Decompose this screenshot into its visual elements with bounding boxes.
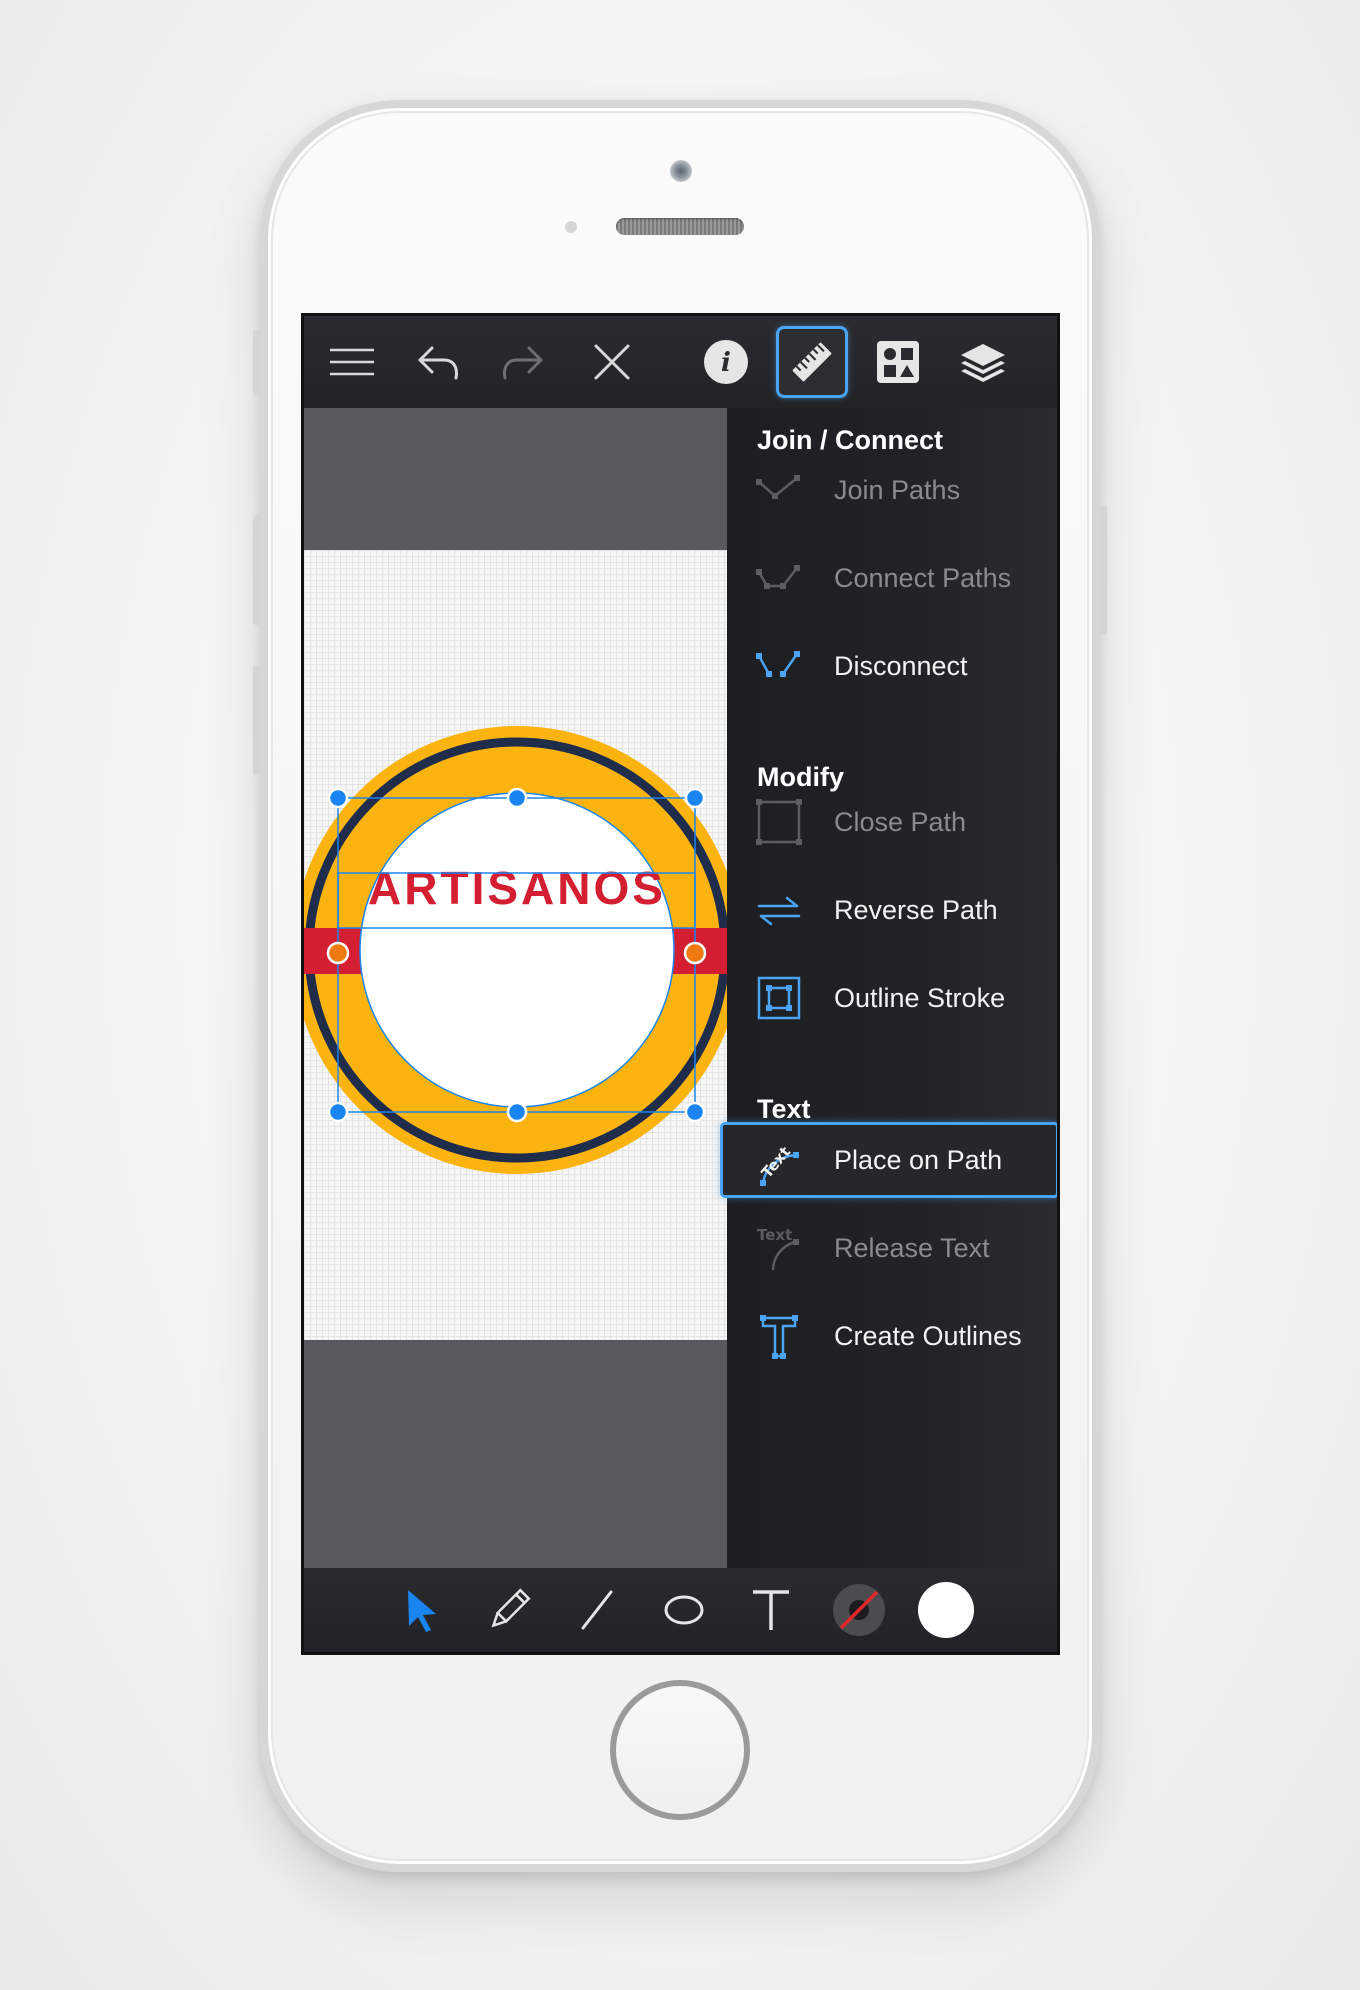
line-tool-button[interactable] bbox=[567, 1580, 627, 1640]
menu-item-join-paths[interactable]: Join Paths bbox=[727, 452, 1057, 528]
handle-top-left[interactable] bbox=[327, 787, 349, 809]
phone-power-button bbox=[1099, 505, 1107, 635]
select-arrow-icon bbox=[408, 1590, 436, 1632]
menu-item-disconnect[interactable]: Disconnect bbox=[727, 628, 1057, 704]
menu-item-label: Release Text bbox=[834, 1232, 990, 1263]
top-toolbar: i bbox=[304, 316, 1057, 408]
menu-item-create-outlines[interactable]: Create Outlines bbox=[727, 1298, 1057, 1374]
home-button[interactable] bbox=[610, 1680, 750, 1820]
handle-bottom-center[interactable] bbox=[506, 1101, 528, 1123]
handle-right-anchor[interactable] bbox=[683, 941, 707, 965]
artisanos-logo[interactable]: ARTISANOS bbox=[304, 408, 727, 1568]
redo-button[interactable] bbox=[487, 326, 559, 398]
menu-item-label: Close Path bbox=[834, 806, 967, 837]
phone-volume-up bbox=[253, 515, 261, 625]
shapes-button[interactable] bbox=[862, 326, 934, 398]
undo-button[interactable] bbox=[402, 326, 474, 398]
menu-item-label: Disconnect bbox=[834, 650, 968, 681]
path-tools-panel: Join / Connect Join Paths Connect Paths … bbox=[720, 408, 1057, 1568]
handle-bottom-right[interactable] bbox=[684, 1101, 706, 1123]
text-tool-icon bbox=[753, 1590, 789, 1630]
path-tools-button[interactable] bbox=[776, 326, 848, 398]
menu-button[interactable] bbox=[316, 326, 388, 398]
close-icon bbox=[594, 344, 630, 380]
menu-item-outline-stroke[interactable]: Outline Stroke bbox=[727, 960, 1057, 1036]
ellipse-tool-button[interactable] bbox=[654, 1580, 714, 1640]
connect-paths-icon bbox=[756, 565, 800, 589]
handle-left-anchor[interactable] bbox=[326, 941, 350, 965]
svg-text:i: i bbox=[721, 348, 731, 378]
fill-color-swatch bbox=[918, 1582, 974, 1638]
select-tool-button[interactable] bbox=[392, 1580, 452, 1640]
menu-item-label: Join Paths bbox=[834, 474, 961, 505]
menu-icon bbox=[330, 348, 374, 376]
phone-volume-down bbox=[253, 665, 261, 775]
phone-mute-switch bbox=[253, 330, 261, 396]
release-text-icon: Text bbox=[757, 1226, 799, 1271]
handle-bottom-left[interactable] bbox=[327, 1101, 349, 1123]
info-icon: i bbox=[704, 340, 748, 384]
menu-item-reverse-path[interactable]: Reverse Path bbox=[727, 872, 1057, 948]
menu-item-connect-paths[interactable]: Connect Paths bbox=[727, 540, 1057, 616]
pencil-tool-button[interactable] bbox=[479, 1580, 539, 1640]
ruler-icon bbox=[792, 342, 832, 382]
menu-item-label: Create Outlines bbox=[834, 1320, 1022, 1351]
layers-button[interactable] bbox=[947, 326, 1019, 398]
earpiece-speaker bbox=[616, 218, 744, 235]
text-tool-button[interactable] bbox=[741, 1580, 801, 1640]
shapes-icon bbox=[877, 341, 919, 383]
stroke-color-button[interactable] bbox=[829, 1580, 889, 1640]
menu-item-close-path[interactable]: Close Path bbox=[727, 784, 1057, 860]
menu-item-label: Place on Path bbox=[834, 1144, 1003, 1175]
info-button[interactable]: i bbox=[690, 326, 762, 398]
menu-item-label: Reverse Path bbox=[834, 894, 998, 925]
front-camera bbox=[670, 160, 692, 182]
place-on-path-icon-text: Text bbox=[758, 1143, 794, 1182]
app-screen: i ARTISANOS Join / Connect Join Paths Co… bbox=[301, 313, 1060, 1655]
ellipse-icon bbox=[664, 1595, 704, 1625]
handle-top-center[interactable] bbox=[506, 787, 528, 809]
logo-inner-circle bbox=[359, 792, 675, 1108]
join-paths-icon bbox=[756, 475, 800, 499]
close-path-icon bbox=[756, 799, 802, 845]
disconnect-icon bbox=[756, 651, 800, 677]
proximity-sensor bbox=[565, 221, 577, 233]
drawing-canvas[interactable]: ARTISANOS bbox=[304, 408, 727, 1568]
stroke-color-swatch bbox=[833, 1584, 885, 1636]
close-button[interactable] bbox=[576, 326, 648, 398]
layers-icon bbox=[961, 344, 1005, 382]
menu-item-label: Connect Paths bbox=[834, 562, 1012, 593]
line-icon bbox=[581, 1590, 613, 1630]
bottom-toolbar bbox=[304, 1568, 1057, 1652]
menu-item-place-on-path[interactable]: Text Place on Path bbox=[720, 1122, 1057, 1198]
undo-icon bbox=[418, 346, 458, 380]
logo-text: ARTISANOS bbox=[368, 862, 666, 914]
menu-item-release-text[interactable]: Text Release Text bbox=[727, 1210, 1057, 1286]
fill-color-button[interactable] bbox=[916, 1580, 976, 1640]
reverse-path-icon bbox=[757, 896, 801, 926]
create-outlines-icon bbox=[760, 1315, 798, 1359]
release-text-icon-text: Text bbox=[757, 1226, 792, 1244]
place-on-path-icon: Text bbox=[758, 1143, 799, 1186]
redo-icon bbox=[503, 346, 543, 380]
section-title-text: Text bbox=[757, 1094, 811, 1124]
pencil-icon bbox=[491, 1588, 531, 1628]
outline-stroke-icon bbox=[757, 976, 801, 1020]
menu-item-label: Outline Stroke bbox=[834, 982, 1006, 1013]
handle-top-right[interactable] bbox=[684, 787, 706, 809]
